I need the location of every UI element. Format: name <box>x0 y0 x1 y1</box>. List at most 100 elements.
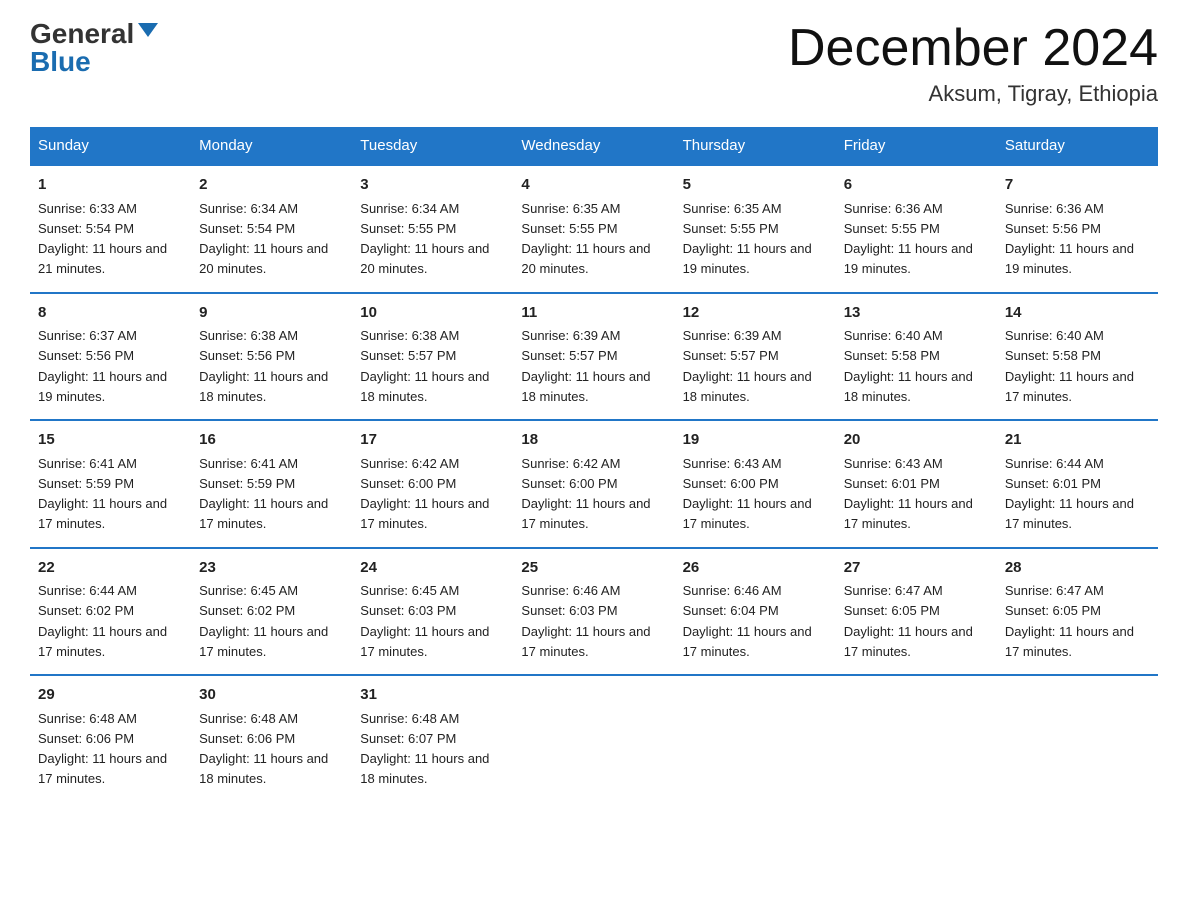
day-number: 16 <box>199 429 344 452</box>
day-number: 27 <box>844 557 989 580</box>
day-number: 1 <box>38 174 183 197</box>
day-info: Sunrise: 6:40 AMSunset: 5:58 PMDaylight:… <box>844 328 973 404</box>
calendar-week-row: 29 Sunrise: 6:48 AMSunset: 6:06 PMDayligh… <box>30 675 1158 802</box>
day-number: 10 <box>360 302 505 325</box>
day-number: 19 <box>683 429 828 452</box>
day-number: 30 <box>199 684 344 707</box>
day-info: Sunrise: 6:36 AMSunset: 5:56 PMDaylight:… <box>1005 201 1134 277</box>
calendar-cell: 15Sunrise: 6:41 AMSunset: 5:59 PMDayligh… <box>30 420 191 548</box>
day-info: Sunrise: 6:46 AMSunset: 6:04 PMDaylight:… <box>683 583 812 659</box>
calendar-table: SundayMondayTuesdayWednesdayThursdayFrid… <box>30 127 1158 802</box>
day-number: 3 <box>360 174 505 197</box>
day-info: Sunrise: 6:38 AMSunset: 5:56 PMDaylight:… <box>199 328 328 404</box>
day-info: Sunrise: 6:34 AMSunset: 5:55 PMDaylight:… <box>360 201 489 277</box>
day-number: 23 <box>199 557 344 580</box>
day-info: Sunrise: 6:41 AMSunset: 5:59 PMDaylight:… <box>38 456 167 532</box>
calendar-cell: 22 Sunrise: 6:44 AMSunset: 6:02 PMDayligh… <box>30 548 191 676</box>
calendar-cell: 17 Sunrise: 6:42 AMSunset: 6:00 PMDayligh… <box>352 420 513 548</box>
calendar-cell: 24 Sunrise: 6:45 AMSunset: 6:03 PMDayligh… <box>352 548 513 676</box>
calendar-header-saturday: Saturday <box>997 127 1158 165</box>
day-info: Sunrise: 6:44 AMSunset: 6:02 PMDaylight:… <box>38 583 167 659</box>
day-info: Sunrise: 6:47 AMSunset: 6:05 PMDaylight:… <box>844 583 973 659</box>
logo-triangle-icon <box>138 23 158 37</box>
calendar-cell <box>997 675 1158 802</box>
day-number: 2 <box>199 174 344 197</box>
calendar-cell: 27 Sunrise: 6:47 AMSunset: 6:05 PMDayligh… <box>836 548 997 676</box>
day-info: Sunrise: 6:48 AMSunset: 6:06 PMDaylight:… <box>38 711 167 787</box>
day-info: Sunrise: 6:47 AMSunset: 6:05 PMDaylight:… <box>1005 583 1134 659</box>
calendar-cell: 30Sunrise: 6:48 AMSunset: 6:06 PMDayligh… <box>191 675 352 802</box>
day-info: Sunrise: 6:45 AMSunset: 6:03 PMDaylight:… <box>360 583 489 659</box>
day-number: 18 <box>521 429 666 452</box>
logo-general: General <box>30 20 134 48</box>
calendar-cell: 21Sunrise: 6:44 AMSunset: 6:01 PMDayligh… <box>997 420 1158 548</box>
logo-blue: Blue <box>30 46 91 77</box>
day-number: 20 <box>844 429 989 452</box>
calendar-cell: 1 Sunrise: 6:33 AMSunset: 5:54 PMDaylight… <box>30 165 191 293</box>
calendar-cell: 12 Sunrise: 6:39 AMSunset: 5:57 PMDayligh… <box>675 293 836 421</box>
calendar-cell: 8 Sunrise: 6:37 AMSunset: 5:56 PMDaylight… <box>30 293 191 421</box>
day-number: 22 <box>38 557 183 580</box>
calendar-cell: 2 Sunrise: 6:34 AMSunset: 5:54 PMDaylight… <box>191 165 352 293</box>
page-header: General Blue December 2024 Aksum, Tigray… <box>30 20 1158 107</box>
calendar-cell: 10 Sunrise: 6:38 AMSunset: 5:57 PMDayligh… <box>352 293 513 421</box>
calendar-cell: 13Sunrise: 6:40 AMSunset: 5:58 PMDayligh… <box>836 293 997 421</box>
logo: General Blue <box>30 20 158 76</box>
calendar-header-thursday: Thursday <box>675 127 836 165</box>
day-info: Sunrise: 6:46 AMSunset: 6:03 PMDaylight:… <box>521 583 650 659</box>
day-info: Sunrise: 6:48 AMSunset: 6:07 PMDaylight:… <box>360 711 489 787</box>
day-info: Sunrise: 6:35 AMSunset: 5:55 PMDaylight:… <box>521 201 650 277</box>
calendar-header-sunday: Sunday <box>30 127 191 165</box>
day-number: 26 <box>683 557 828 580</box>
day-number: 17 <box>360 429 505 452</box>
calendar-week-row: 1 Sunrise: 6:33 AMSunset: 5:54 PMDaylight… <box>30 165 1158 293</box>
calendar-cell: 16 Sunrise: 6:41 AMSunset: 5:59 PMDayligh… <box>191 420 352 548</box>
calendar-cell: 18Sunrise: 6:42 AMSunset: 6:00 PMDayligh… <box>513 420 674 548</box>
day-info: Sunrise: 6:35 AMSunset: 5:55 PMDaylight:… <box>683 201 812 277</box>
day-info: Sunrise: 6:43 AMSunset: 6:01 PMDaylight:… <box>844 456 973 532</box>
day-number: 24 <box>360 557 505 580</box>
day-info: Sunrise: 6:41 AMSunset: 5:59 PMDaylight:… <box>199 456 328 532</box>
day-number: 4 <box>521 174 666 197</box>
day-info: Sunrise: 6:34 AMSunset: 5:54 PMDaylight:… <box>199 201 328 277</box>
calendar-cell <box>675 675 836 802</box>
calendar-header-tuesday: Tuesday <box>352 127 513 165</box>
day-number: 28 <box>1005 557 1150 580</box>
calendar-cell: 4 Sunrise: 6:35 AMSunset: 5:55 PMDaylight… <box>513 165 674 293</box>
calendar-cell: 26 Sunrise: 6:46 AMSunset: 6:04 PMDayligh… <box>675 548 836 676</box>
day-info: Sunrise: 6:39 AMSunset: 5:57 PMDaylight:… <box>683 328 812 404</box>
day-info: Sunrise: 6:40 AMSunset: 5:58 PMDaylight:… <box>1005 328 1134 404</box>
calendar-cell: 19 Sunrise: 6:43 AMSunset: 6:00 PMDayligh… <box>675 420 836 548</box>
day-info: Sunrise: 6:43 AMSunset: 6:00 PMDaylight:… <box>683 456 812 532</box>
day-info: Sunrise: 6:33 AMSunset: 5:54 PMDaylight:… <box>38 201 167 277</box>
day-number: 25 <box>521 557 666 580</box>
calendar-cell: 6Sunrise: 6:36 AMSunset: 5:55 PMDaylight… <box>836 165 997 293</box>
day-info: Sunrise: 6:36 AMSunset: 5:55 PMDaylight:… <box>844 201 973 277</box>
calendar-cell <box>836 675 997 802</box>
day-info: Sunrise: 6:42 AMSunset: 6:00 PMDaylight:… <box>360 456 489 532</box>
day-number: 8 <box>38 302 183 325</box>
day-info: Sunrise: 6:44 AMSunset: 6:01 PMDaylight:… <box>1005 456 1134 532</box>
calendar-cell: 28 Sunrise: 6:47 AMSunset: 6:05 PMDayligh… <box>997 548 1158 676</box>
title-section: December 2024 Aksum, Tigray, Ethiopia <box>788 20 1158 107</box>
calendar-cell: 25 Sunrise: 6:46 AMSunset: 6:03 PMDayligh… <box>513 548 674 676</box>
calendar-header-row: SundayMondayTuesdayWednesdayThursdayFrid… <box>30 127 1158 165</box>
calendar-cell: 9 Sunrise: 6:38 AMSunset: 5:56 PMDaylight… <box>191 293 352 421</box>
calendar-cell: 7Sunrise: 6:36 AMSunset: 5:56 PMDaylight… <box>997 165 1158 293</box>
day-number: 9 <box>199 302 344 325</box>
day-number: 31 <box>360 684 505 707</box>
day-number: 29 <box>38 684 183 707</box>
calendar-header-monday: Monday <box>191 127 352 165</box>
calendar-cell: 5 Sunrise: 6:35 AMSunset: 5:55 PMDaylight… <box>675 165 836 293</box>
day-info: Sunrise: 6:38 AMSunset: 5:57 PMDaylight:… <box>360 328 489 404</box>
calendar-cell: 14 Sunrise: 6:40 AMSunset: 5:58 PMDayligh… <box>997 293 1158 421</box>
day-number: 12 <box>683 302 828 325</box>
calendar-cell: 11Sunrise: 6:39 AMSunset: 5:57 PMDayligh… <box>513 293 674 421</box>
day-number: 5 <box>683 174 828 197</box>
calendar-cell <box>513 675 674 802</box>
day-info: Sunrise: 6:37 AMSunset: 5:56 PMDaylight:… <box>38 328 167 404</box>
day-number: 14 <box>1005 302 1150 325</box>
calendar-cell: 23Sunrise: 6:45 AMSunset: 6:02 PMDayligh… <box>191 548 352 676</box>
calendar-cell: 31 Sunrise: 6:48 AMSunset: 6:07 PMDayligh… <box>352 675 513 802</box>
calendar-cell: 29 Sunrise: 6:48 AMSunset: 6:06 PMDayligh… <box>30 675 191 802</box>
